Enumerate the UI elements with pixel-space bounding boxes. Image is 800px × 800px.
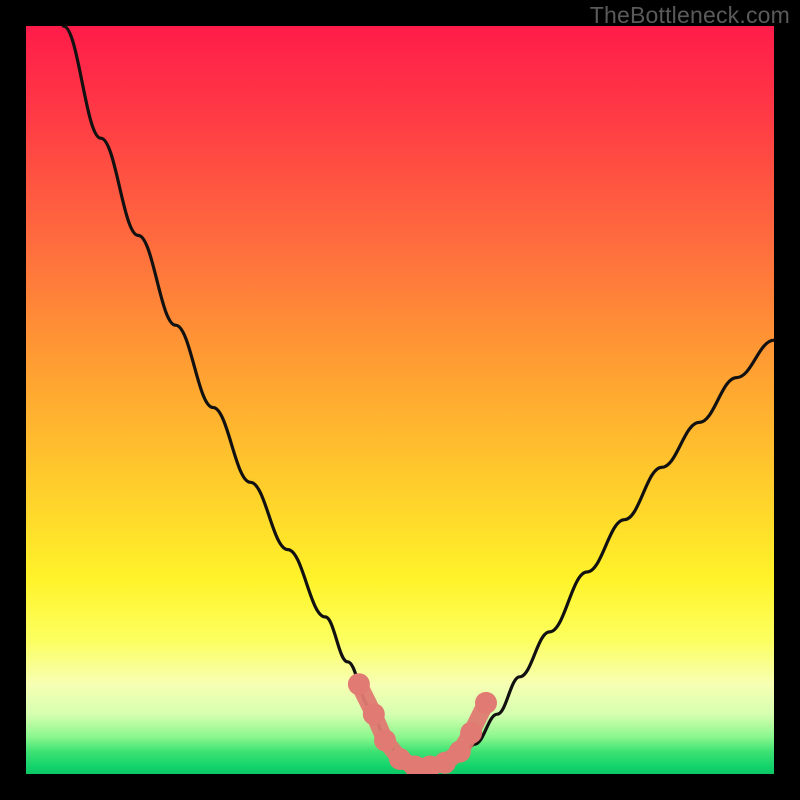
marker-dot: [363, 703, 385, 725]
chart-overlay: [26, 26, 774, 774]
chart-frame: TheBottleneck.com: [0, 0, 800, 800]
marker-dot: [449, 741, 471, 763]
marker-dot: [475, 692, 497, 714]
marker-dot: [460, 722, 482, 744]
bottleneck-curve: [63, 26, 774, 767]
marker-dot: [348, 673, 370, 695]
watermark-text: TheBottleneck.com: [590, 2, 790, 29]
plot-area: [26, 26, 774, 774]
marker-dot: [374, 729, 396, 751]
